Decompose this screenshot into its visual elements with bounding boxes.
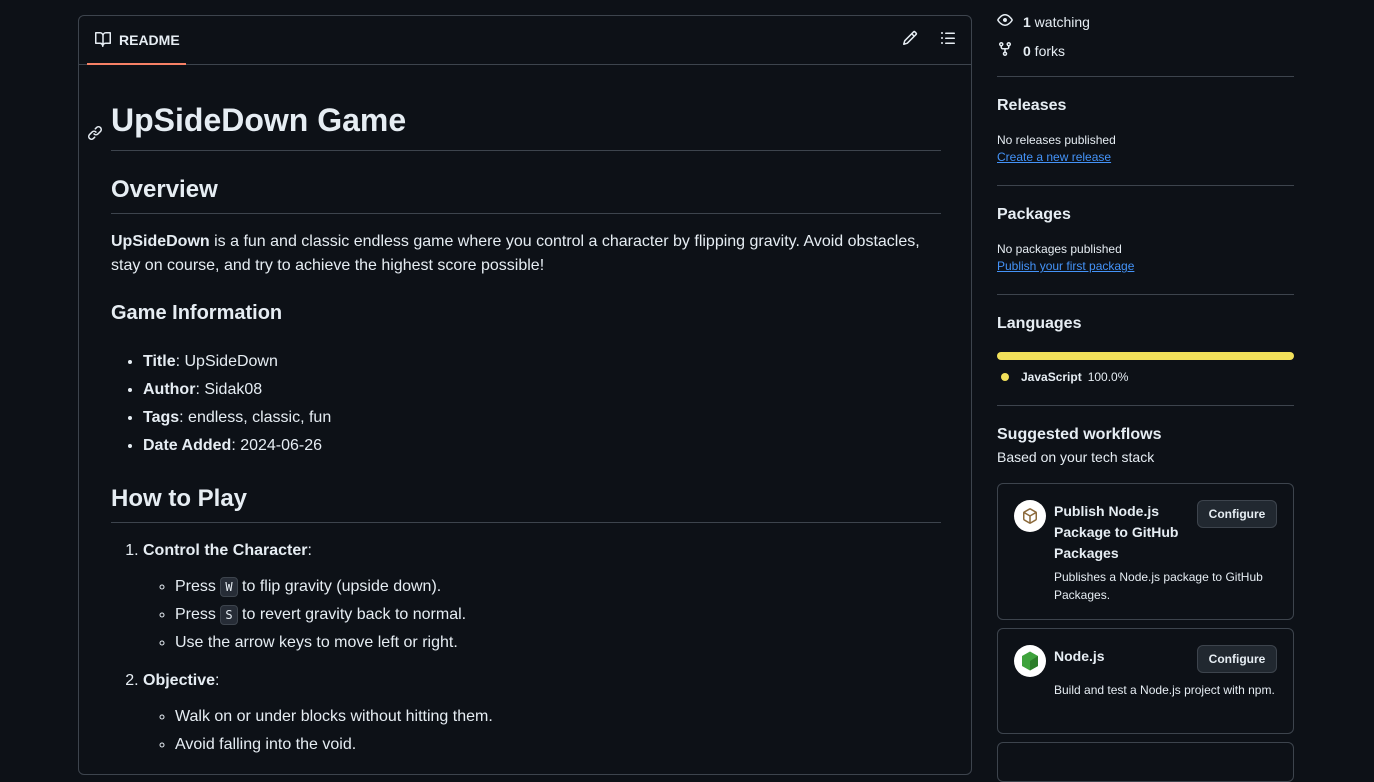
overview-bold: UpSideDown	[111, 233, 210, 250]
text: to flip gravity (upside down).	[237, 578, 442, 595]
workflow-title[interactable]: Node.js	[1054, 646, 1189, 667]
workflow-card: Publish Node.js Package to GitHub Packag…	[997, 483, 1294, 620]
step-suffix: :	[215, 672, 220, 689]
text: Walk on or under blocks without hitting …	[175, 708, 493, 725]
howto-heading: How to Play	[111, 460, 941, 523]
language-percent: 100.0%	[1087, 370, 1129, 384]
readme-article: UpSideDown Game Overview UpSideDown is a…	[87, 80, 941, 769]
list-icon	[940, 30, 956, 51]
workflows-subheading: Based on your tech stack	[997, 449, 1155, 465]
workflow-title[interactable]: Publish Node.js Package to GitHub Packag…	[1054, 501, 1189, 564]
list-item: Tags: endless, classic, fun	[143, 404, 941, 432]
list-item: Press W to flip gravity (upside down).	[175, 573, 941, 601]
eye-icon	[997, 12, 1013, 31]
step-suffix: :	[307, 542, 312, 559]
list-item: Date Added: 2024-06-26	[143, 432, 941, 460]
list-item: Author: Sidak08	[143, 376, 941, 404]
readme-tab[interactable]: README	[87, 16, 186, 65]
link-icon[interactable]	[87, 110, 103, 150]
releases-section: Releases No releases published Create a …	[997, 97, 1294, 164]
workflow-card	[997, 742, 1294, 782]
configure-button[interactable]: Configure	[1197, 645, 1277, 673]
language-bar	[997, 352, 1294, 360]
workflow-description: Publishes a Node.js package to GitHub Pa…	[1054, 570, 1263, 602]
releases-status: No releases published	[997, 133, 1116, 147]
readme-panel: README UpSideDown Game Overview UpSideDo…	[78, 15, 972, 775]
step-label: Control the Character	[143, 542, 308, 559]
text: Press	[175, 606, 221, 623]
configure-button[interactable]: Configure	[1197, 500, 1277, 528]
list-item: Use the arrow keys to move left or right…	[175, 629, 941, 657]
watching-label: watching	[1030, 13, 1090, 30]
language-dot	[1001, 373, 1009, 381]
info-value: : 2024-06-26	[231, 437, 323, 454]
info-label: Title	[143, 353, 176, 370]
workflows-section: Suggested workflows Based on your tech s…	[997, 426, 1294, 465]
create-release-link[interactable]: Create a new release	[997, 150, 1294, 164]
readme-header: README	[79, 16, 971, 65]
releases-heading[interactable]: Releases	[997, 97, 1294, 115]
book-icon	[95, 31, 111, 50]
watching-text: 1 watching	[1023, 14, 1090, 30]
divider	[997, 76, 1294, 77]
list-item: Title: UpSideDown	[143, 348, 941, 376]
list-item: Press S to revert gravity back to normal…	[175, 601, 941, 629]
overview-text: is a fun and classic endless game where …	[111, 233, 920, 274]
language-item[interactable]: JavaScript 100.0%	[997, 370, 1294, 384]
workflow-description: Build and test a Node.js project with np…	[1054, 683, 1275, 697]
languages-section: Languages JavaScript 100.0%	[997, 315, 1294, 384]
overview-paragraph: UpSideDown is a fun and classic endless …	[111, 230, 941, 278]
info-label: Author	[143, 381, 196, 398]
info-label: Date Added	[143, 437, 232, 454]
overview-heading: Overview	[111, 151, 941, 214]
sub-list: Press W to flip gravity (upside down). P…	[143, 573, 941, 657]
packages-status: No packages published	[997, 242, 1122, 256]
step-label: Objective	[143, 672, 216, 689]
outline-button[interactable]	[938, 30, 958, 50]
steps-list: Control the Character: Press W to flip g…	[111, 537, 941, 759]
packages-section: Packages No packages published Publish y…	[997, 206, 1294, 273]
forks-text: 0 forks	[1023, 43, 1065, 59]
info-list: Title: UpSideDown Author: Sidak08 Tags: …	[111, 348, 941, 460]
list-item: Avoid falling into the void.	[175, 731, 941, 759]
divider	[997, 294, 1294, 295]
text: to revert gravity back to normal.	[237, 606, 467, 623]
list-item: Objective: Walk on or under blocks witho…	[143, 667, 941, 759]
watching-count: 1	[1023, 13, 1031, 30]
info-value: : endless, classic, fun	[179, 409, 332, 426]
key-s: S	[220, 604, 238, 625]
title-text: UpSideDown Game	[111, 102, 407, 138]
workflow-card: Node.js Build and test a Node.js project…	[997, 628, 1294, 734]
edit-button[interactable]	[900, 30, 920, 50]
page-title: UpSideDown Game	[87, 80, 941, 151]
package-icon	[1014, 500, 1046, 532]
text: Use the arrow keys to move left or right…	[175, 634, 458, 651]
info-heading: Game Information	[111, 302, 283, 324]
pencil-icon	[902, 30, 918, 51]
workflows-heading: Suggested workflows	[997, 426, 1162, 443]
list-item: Walk on or under blocks without hitting …	[175, 703, 941, 731]
text: Avoid falling into the void.	[175, 736, 357, 753]
list-item: Control the Character: Press W to flip g…	[143, 537, 941, 657]
nodejs-icon	[1014, 645, 1046, 677]
info-value: : UpSideDown	[175, 353, 278, 370]
languages-heading: Languages	[997, 315, 1082, 332]
sub-list: Walk on or under blocks without hitting …	[143, 703, 941, 759]
readme-tab-label: README	[119, 32, 180, 48]
key-w: W	[220, 576, 238, 597]
info-value: : Sidak08	[195, 381, 263, 398]
language-name: JavaScript	[1021, 370, 1082, 384]
info-label: Tags	[143, 409, 180, 426]
divider	[997, 405, 1294, 406]
forks-stat[interactable]: 0 forks	[997, 36, 1065, 65]
watching-stat[interactable]: 1 watching	[997, 7, 1090, 36]
text: Press	[175, 578, 221, 595]
packages-heading[interactable]: Packages	[997, 206, 1294, 224]
publish-package-link[interactable]: Publish your first package	[997, 259, 1294, 273]
fork-icon	[997, 41, 1013, 60]
divider	[997, 185, 1294, 186]
forks-count: 0	[1023, 42, 1031, 59]
forks-label: forks	[1030, 42, 1066, 59]
